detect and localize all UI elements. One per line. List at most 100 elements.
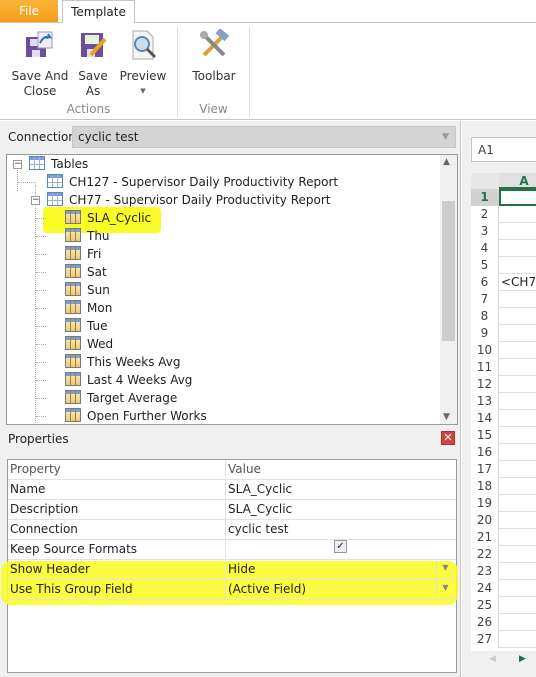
property-value: ✓ <box>225 540 456 560</box>
tab-template[interactable]: Template <box>62 0 135 24</box>
connection-select[interactable]: cyclic test ▼ <box>72 126 456 148</box>
save-as-button[interactable]: Save As <box>76 29 110 99</box>
scroll-right-icon[interactable]: ▶ <box>519 654 526 664</box>
tree-node-tables[interactable]: Tables <box>29 155 88 173</box>
property-row[interactable]: Description SLA_Cyclic <box>8 500 456 520</box>
tree-node-table[interactable]: Wed <box>65 335 113 353</box>
column-header-a[interactable]: A <box>499 173 536 189</box>
tab-file[interactable]: File <box>0 0 58 22</box>
save-as-icon <box>81 33 107 57</box>
row-header[interactable]: 11 <box>471 359 499 376</box>
sheet-row: 2 <box>471 206 536 223</box>
row-header[interactable]: 8 <box>471 308 499 325</box>
preview-button[interactable]: Preview ▼ <box>118 29 168 99</box>
tree-scrollbar[interactable]: ▲ ▼ <box>440 155 457 424</box>
tree-node-table[interactable]: Tue <box>65 317 108 335</box>
spreadsheet-panel: A1 A 123456<CH77:78910111213141516171819… <box>462 121 536 677</box>
table-icon <box>47 174 63 188</box>
property-value[interactable]: Hide <box>225 560 456 580</box>
select-all-corner[interactable] <box>471 173 499 189</box>
preview-icon <box>132 30 157 60</box>
row-header[interactable]: 14 <box>471 410 499 427</box>
tree-node-table[interactable]: Last 4 Weeks Avg <box>65 371 192 389</box>
save-and-close-button[interactable]: Save And Close <box>10 29 70 99</box>
tree-node-table[interactable]: Sat <box>65 263 107 281</box>
row-header[interactable]: 3 <box>471 223 499 240</box>
tree-node-label: Last 4 Weeks Avg <box>87 373 193 387</box>
row-header[interactable]: 24 <box>471 580 499 597</box>
row-header[interactable]: 5 <box>471 257 499 274</box>
tree-node-ch127[interactable]: CH127 - Supervisor Daily Productivity Re… <box>47 173 338 191</box>
row-header[interactable]: 12 <box>471 376 499 393</box>
left-panel: Connection cyclic test ▼ − Tables CH127 -… <box>0 121 461 677</box>
property-row[interactable]: Keep Source Formats ✓ <box>8 540 456 560</box>
row-header[interactable]: 23 <box>471 563 499 580</box>
row-header[interactable]: 4 <box>471 240 499 257</box>
sheet-row: 24 <box>471 580 536 597</box>
properties-title: Properties <box>8 432 69 446</box>
sheet-row: 17 <box>471 461 536 478</box>
collapse-icon[interactable]: − <box>13 160 22 169</box>
table-icon <box>65 372 81 386</box>
tree-node-table[interactable]: Open Further Works <box>65 407 207 424</box>
tree-node-table[interactable]: Fri <box>65 245 101 263</box>
chevron-down-icon: ▼ <box>442 132 449 142</box>
sheet-row: 1 <box>471 189 536 206</box>
group-label-view: View <box>199 102 228 116</box>
tree-node-table[interactable]: This Weeks Avg <box>65 353 181 371</box>
row-header[interactable]: 25 <box>471 597 499 614</box>
property-value[interactable]: SLA_Cyclic <box>225 480 456 500</box>
property-value[interactable]: (Active Field) <box>225 580 456 600</box>
row-header[interactable]: 2 <box>471 206 499 223</box>
tree-node-table[interactable]: Thu <box>65 227 110 245</box>
tree-node-table[interactable]: Target Average <box>65 389 177 407</box>
sheet-row: 3 <box>471 223 536 240</box>
row-header[interactable]: 22 <box>471 546 499 563</box>
selected-cell-a1[interactable] <box>499 189 536 206</box>
property-name: Name <box>10 482 46 496</box>
row-header[interactable]: 13 <box>471 393 499 410</box>
sheet-scroll[interactable]: ◀ ▶ <box>471 651 536 669</box>
tree-node-label: CH77 - Supervisor Daily Productivity Rep… <box>69 193 331 207</box>
tree-node-label: Sat <box>87 265 107 279</box>
row-header[interactable]: 19 <box>471 495 499 512</box>
row-header[interactable]: 26 <box>471 614 499 631</box>
row-header[interactable]: 1 <box>471 189 499 206</box>
scroll-thumb[interactable] <box>442 201 455 341</box>
property-row[interactable]: Name SLA_Cyclic <box>8 480 456 500</box>
tables-tree: − Tables CH127 - Supervisor Daily Produc… <box>6 154 458 425</box>
property-value[interactable]: SLA_Cyclic <box>225 500 456 520</box>
row-header[interactable]: 27 <box>471 631 499 648</box>
row-header[interactable]: 18 <box>471 478 499 495</box>
group-separator <box>249 27 250 117</box>
row-header[interactable]: 10 <box>471 342 499 359</box>
row-header[interactable]: 6 <box>471 274 499 291</box>
tree-node-table[interactable]: Sun <box>65 281 110 299</box>
property-row[interactable]: Connection cyclic test <box>8 520 456 540</box>
scroll-left-icon[interactable]: ◀ <box>489 654 496 664</box>
dropdown-arrow-icon[interactable]: ▼ <box>436 580 454 595</box>
dropdown-arrow-icon[interactable]: ▼ <box>436 560 454 575</box>
property-row[interactable]: Show Header Hide ▼ <box>8 560 456 580</box>
close-icon[interactable]: ✕ <box>441 431 455 445</box>
row-header[interactable]: 9 <box>471 325 499 342</box>
row-header[interactable]: 7 <box>471 291 499 308</box>
property-value[interactable]: cyclic test <box>225 520 456 540</box>
scroll-down-icon[interactable]: ▼ <box>443 412 450 422</box>
property-row[interactable]: Use This Group Field (Active Field) ▼ <box>8 580 456 600</box>
row-header[interactable]: 17 <box>471 461 499 478</box>
row-header[interactable]: 16 <box>471 444 499 461</box>
tree-node-label: SLA_Cyclic <box>87 211 152 225</box>
row-header[interactable]: 21 <box>471 529 499 546</box>
tree-node-table[interactable]: SLA_Cyclic <box>65 209 151 227</box>
tree-node-table[interactable]: Mon <box>65 299 112 317</box>
toolbar-button[interactable]: Toolbar <box>188 28 240 84</box>
scroll-up-icon[interactable]: ▲ <box>443 157 450 167</box>
cell-a6[interactable]: <CH77: <box>501 274 536 291</box>
row-header[interactable]: 15 <box>471 427 499 444</box>
sheet-row: 26 <box>471 614 536 631</box>
row-header[interactable]: 20 <box>471 512 499 529</box>
name-box[interactable]: A1 <box>471 137 536 162</box>
collapse-icon[interactable]: − <box>31 196 40 205</box>
checkbox-checked[interactable]: ✓ <box>334 540 347 553</box>
